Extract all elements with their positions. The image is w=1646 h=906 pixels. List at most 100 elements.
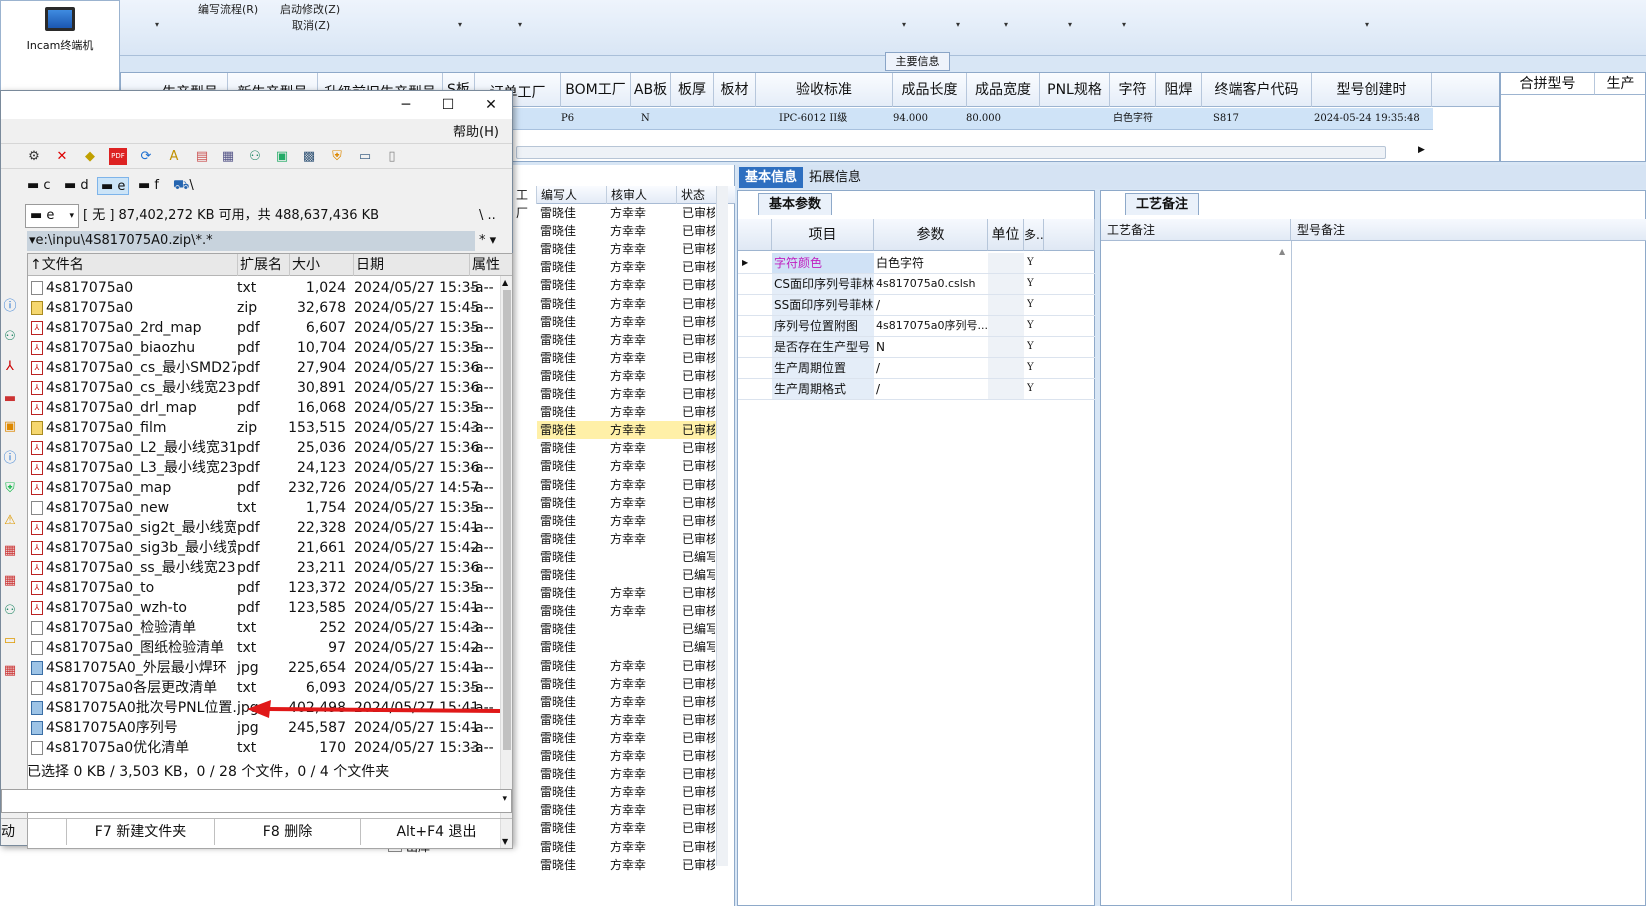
chevron-down-icon[interactable]: ▾ xyxy=(1365,20,1369,29)
header-factory[interactable]: 工厂 xyxy=(512,186,537,220)
vertical-scrollbar[interactable] xyxy=(716,186,728,866)
header-reviewer[interactable]: 核审人 xyxy=(607,186,677,204)
scroll-up-icon[interactable]: ▲ xyxy=(502,278,508,287)
file-row[interactable]: ⅄ 4s817075a0_cs_最小SMD27... pdf 27,904 2024/0… xyxy=(28,358,500,378)
fkey-move[interactable]: 动 xyxy=(1,819,67,845)
drive-c[interactable]: ▬ c xyxy=(27,177,51,195)
header-attr[interactable]: 属性 xyxy=(470,254,512,276)
minimize-icon[interactable]: ─ xyxy=(391,95,421,115)
info-icon[interactable]: ⓘ xyxy=(2,299,18,315)
list-item[interactable]: 雷晓佳 方幸幸 已审核 xyxy=(537,457,717,475)
list-item[interactable]: 雷晓佳 方幸幸 已审核 xyxy=(537,801,717,819)
list-item[interactable]: 雷晓佳 方幸幸 已审核 xyxy=(537,222,717,240)
incam-terminal-button[interactable]: Incam终端机 xyxy=(0,0,120,92)
list-item[interactable]: 雷晓佳 方幸幸 已审核 xyxy=(537,385,717,403)
list-item[interactable]: 雷晓佳 方幸幸 已审核 xyxy=(537,657,717,675)
header-item[interactable]: 项目 xyxy=(772,219,874,251)
list-item[interactable]: 雷晓佳 方幸幸 已审核 xyxy=(537,512,717,530)
tool-icon[interactable]: ▬ xyxy=(2,391,18,407)
header-filename[interactable]: ↑文件名 xyxy=(28,254,238,276)
drive-select[interactable]: ▬ e ▾ xyxy=(25,204,79,228)
scroll-up-icon[interactable]: ▲ xyxy=(1279,247,1285,256)
fkey-new-folder[interactable]: F7 新建文件夹 xyxy=(67,819,215,845)
chevron-down-icon[interactable]: ▾ xyxy=(1068,20,1072,29)
scroll-thumb[interactable] xyxy=(503,290,511,750)
file-row[interactable]: 4S817075A0_外层最小焊环 jpg 225,654 2024/05/27 15… xyxy=(28,658,500,678)
grid-header-15[interactable]: 终端客户代码 xyxy=(1202,73,1312,107)
list-item[interactable]: 雷晓佳 方幸幸 已审核 xyxy=(537,349,717,367)
refresh-icon[interactable]: ⟳ xyxy=(137,148,155,165)
file-row[interactable]: 4s817075a0_film zip 153,515 2024/05/27 15:4… xyxy=(28,418,500,438)
cancel-button[interactable]: 取消(Z) xyxy=(292,18,330,34)
file-row[interactable]: 4S817075A0序列号 jpg 245,587 2024/05/27 15:41-… xyxy=(28,718,500,738)
list-item[interactable]: 雷晓佳 方幸幸 已审核 xyxy=(537,494,717,512)
list-item[interactable]: 雷晓佳 方幸幸 已审核 xyxy=(537,476,717,494)
app-icon[interactable]: ▦ xyxy=(2,663,18,679)
app-icon[interactable]: ▦ xyxy=(2,573,18,589)
file-row[interactable]: ⅄ 4s817075a0_sig3b_最小线宽... pdf 21,661 2024/0… xyxy=(28,538,500,558)
file-row[interactable]: 4s817075a0_检验清单 txt 252 2024/05/27 15:43 -a-… xyxy=(28,618,500,638)
list-item[interactable]: 雷晓佳 方幸幸 已审核 xyxy=(537,240,717,258)
chevron-down-icon[interactable]: ▾ xyxy=(458,20,462,29)
chevron-down-icon[interactable]: ▾ xyxy=(155,20,159,29)
list-item[interactable]: 雷晓佳 方幸幸 已审核 xyxy=(537,530,717,548)
param-row[interactable]: 生产周期位置 / Y xyxy=(738,358,1095,379)
list-item[interactable]: 雷晓佳 已编写 xyxy=(537,566,717,584)
command-line-input[interactable]: ▾ xyxy=(1,789,512,813)
file-row[interactable]: ⅄ 4s817075a0_L2_最小线宽31... pdf 25,036 2024/05… xyxy=(28,438,500,458)
list-item[interactable]: 雷晓佳 方幸幸 已审核 xyxy=(537,204,717,222)
tab-basic-params[interactable]: 基本参数 xyxy=(758,193,832,215)
file-row[interactable]: ⅄ 4s817075a0_biaozhu pdf 10,704 2024/05/27 1… xyxy=(28,338,500,358)
text-icon[interactable]: A xyxy=(165,148,183,165)
header-size[interactable]: 大小 xyxy=(290,254,354,276)
grid-header-9[interactable]: 验收标准 xyxy=(756,73,893,107)
app-icon[interactable]: ▦ xyxy=(2,543,18,559)
param-row[interactable]: SS面印序列号菲林 / Y xyxy=(738,295,1095,316)
header-date[interactable]: 日期 xyxy=(354,254,470,276)
grid-header-13[interactable]: 字符 xyxy=(1110,73,1156,107)
list-item[interactable]: 雷晓佳 已编写 xyxy=(537,548,717,566)
drive-root[interactable]: ⛟\ xyxy=(173,177,194,195)
file-row[interactable]: ⅄ 4s817075a0_sig2t_最小线宽... pdf 22,328 2024/0… xyxy=(28,518,500,538)
delete-icon[interactable]: ✕ xyxy=(53,148,71,165)
file-row[interactable]: ⅄ 4s817075a0_cs_最小线宽23... pdf 30,891 2024/05… xyxy=(28,378,500,398)
blank-file-icon[interactable]: ▯ xyxy=(383,148,401,165)
list-item[interactable]: 雷晓佳 方幸幸 已审核 xyxy=(537,838,717,856)
file-row[interactable]: 4s817075a0_new txt 1,754 2024/05/27 15:35 -a… xyxy=(28,498,500,518)
list-item[interactable]: 雷晓佳 方幸幸 已审核 xyxy=(537,276,717,294)
list-item[interactable]: 雷晓佳 方幸幸 已审核 xyxy=(537,258,717,276)
horizontal-scrollbar[interactable] xyxy=(516,146,1386,159)
root-parent-buttons[interactable]: \ .. xyxy=(479,204,496,228)
grid-header-5[interactable]: BOM工厂 xyxy=(561,73,631,107)
file-row[interactable]: ⅄ 4s817075a0_wzh-to pdf 123,585 2024/05/27 1… xyxy=(28,598,500,618)
chevron-down-icon[interactable]: ▾ xyxy=(956,20,960,29)
header-production[interactable]: 生产 xyxy=(1595,73,1646,95)
doc-icon[interactable]: ▤ xyxy=(193,148,211,165)
header-writer[interactable]: 编写人 xyxy=(537,186,607,204)
pdf-icon[interactable]: PDF xyxy=(109,148,127,165)
network-icon[interactable]: ⚇ xyxy=(246,148,264,165)
chevron-down-icon[interactable]: ▾ xyxy=(1122,20,1126,29)
ftp-icon[interactable]: ⚙ xyxy=(25,148,43,165)
list-item[interactable]: 雷晓佳 方幸幸 已审核 xyxy=(537,403,717,421)
list-item[interactable]: 雷晓佳 方幸幸 已审核 xyxy=(537,584,717,602)
chevron-down-icon[interactable]: ▾ xyxy=(518,20,522,29)
list-item[interactable]: 雷晓佳 已编写 xyxy=(537,638,717,656)
drive-d[interactable]: ▬ d xyxy=(64,177,89,195)
list-item[interactable]: 雷晓佳 方幸幸 已审核 xyxy=(537,367,717,385)
print-icon[interactable]: ▦ xyxy=(219,148,237,165)
header-unit[interactable]: 单位 xyxy=(988,219,1024,251)
chevron-down-icon[interactable]: ▾ xyxy=(1004,20,1008,29)
list-item[interactable]: 雷晓佳 方幸幸 已审核 xyxy=(537,295,717,313)
maximize-icon[interactable]: ☐ xyxy=(433,95,463,115)
file-row[interactable]: 4s817075a0 txt 1,024 2024/05/27 15:35 -a-- xyxy=(28,278,500,298)
shield-icon[interactable]: ⛨ xyxy=(2,481,18,497)
file-row[interactable]: 4s817075a0_图纸检验清单 txt 97 2024/05/27 15:42 -a… xyxy=(28,638,500,658)
tab-process-notes[interactable]: 工艺备注 xyxy=(1125,193,1199,215)
image-icon[interactable]: ▣ xyxy=(2,419,18,435)
file-row[interactable]: ⅄ 4s817075a0_map pdf 232,726 2024/05/27 14:5… xyxy=(28,478,500,498)
list-item[interactable]: 雷晓佳 方幸幸 已审核 xyxy=(537,765,717,783)
flow-edit-button[interactable]: 编写流程(R) xyxy=(198,2,258,18)
grid-header-12[interactable]: PNL规格 xyxy=(1040,73,1110,107)
header-status[interactable]: 状态 xyxy=(677,186,717,204)
